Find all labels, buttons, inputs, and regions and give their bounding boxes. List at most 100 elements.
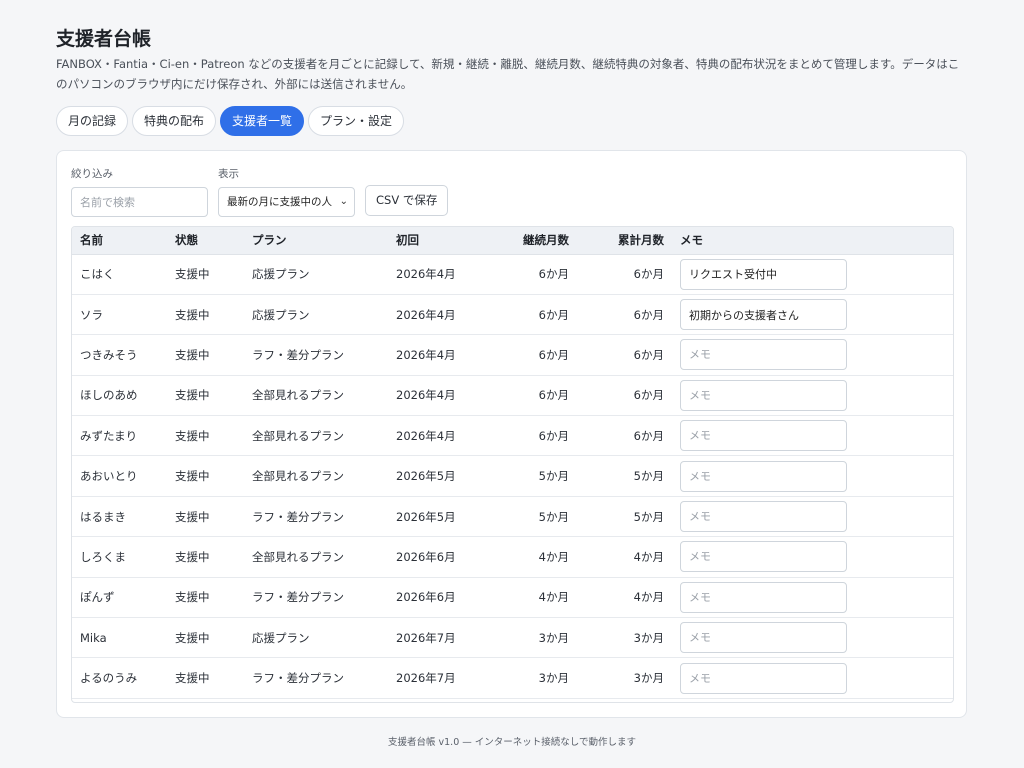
memo-input[interactable] (680, 299, 847, 331)
cell-plan: 全部見れるプラン (252, 549, 344, 564)
cell-status: 支援中 (175, 509, 210, 524)
cell-first-month: 2026年7月 (396, 671, 456, 686)
cell-total-months: 5か月 (633, 509, 664, 524)
cell-streak-months: 3か月 (538, 630, 569, 645)
cell-streak-months: 6か月 (538, 388, 569, 403)
cell-streak-months: 4か月 (538, 549, 569, 564)
table-row: ソラ 支援中 応援プラン 2026年4月 6か月 6か月 (72, 294, 953, 335)
table-row: よるのうみ 支援中 ラフ・差分プラン 2026年7月 3か月 3か月 (72, 658, 953, 699)
memo-input[interactable] (680, 581, 847, 613)
cell-streak-months: 5か月 (538, 469, 569, 484)
cell-plan: ラフ・差分プラン (252, 590, 344, 605)
cell-plan: 応援プラン (252, 267, 310, 282)
display-select-value: 最新の月に支援中の人 (227, 196, 332, 208)
table-row: はるまき 支援中 ラフ・差分プラン 2026年5月 5か月 5か月 (72, 496, 953, 537)
header-total[interactable]: 累計月数 (577, 227, 672, 255)
cell-memo (672, 658, 953, 698)
cell-memo (672, 294, 953, 334)
header-memo[interactable]: メモ (672, 227, 953, 255)
cell-total-months: 6か月 (633, 428, 664, 443)
cell-total-months: 4か月 (633, 590, 664, 605)
table-row: ほしのあめ 支援中 全部見れるプラン 2026年4月 6か月 6か月 (72, 375, 953, 416)
page-description: FANBOX・Fantia・Ci-en・Patreon などの支援者を月ごとに記… (56, 57, 960, 91)
tab-plan-settings[interactable]: プラン・設定 (308, 106, 405, 136)
table-row: Mika 支援中 応援プラン 2026年7月 3か月 3か月 (72, 618, 953, 658)
name-search-input[interactable] (71, 187, 208, 217)
cell-status: 支援中 (175, 428, 210, 443)
header-plan[interactable]: プラン (244, 227, 388, 255)
cell-total-months: 5か月 (633, 469, 664, 484)
header-name[interactable]: 名前 (72, 227, 167, 255)
cell-memo (672, 456, 953, 496)
cell-total-months: 3か月 (633, 671, 664, 686)
memo-input[interactable] (680, 258, 847, 290)
cell-first-month: 2026年4月 (396, 347, 456, 362)
cell-name: つきみそう (80, 347, 138, 362)
cell-plan: 全部見れるプラン (252, 428, 344, 443)
cell-plan: 応援プラン (252, 307, 310, 322)
cell-streak-months: 6か月 (538, 307, 569, 322)
cell-name: よるのうみ (80, 671, 138, 686)
cell-status: 支援中 (175, 630, 210, 645)
cell-first-month: 2026年7月 (396, 630, 456, 645)
cell-plan: ラフ・差分プラン (252, 509, 344, 524)
cell-name: しろくま (80, 549, 126, 564)
cell-plan: 全部見れるプラン (252, 388, 344, 403)
cell-status: 支援中 (175, 267, 210, 282)
cell-name: こはく (80, 267, 115, 282)
cell-first-month: 2026年4月 (396, 267, 456, 282)
table-header-row: 名前 状態 プラン 初回 継続月数 累計月数 メモ (72, 227, 953, 255)
memo-input[interactable] (680, 420, 847, 452)
cell-total-months: 6か月 (633, 267, 664, 282)
cell-first-month: 2026年4月 (396, 307, 456, 322)
cell-total-months: 6か月 (633, 347, 664, 362)
app-page: 支援者台帳 FANBOX・Fantia・Ci-en・Patreon などの支援者… (0, 0, 1024, 768)
tab-supporter-list[interactable]: 支援者一覧 (220, 106, 305, 136)
cell-total-months: 6か月 (633, 388, 664, 403)
memo-input[interactable] (680, 460, 847, 492)
cell-plan: ラフ・差分プラン (252, 347, 344, 362)
page-title: 支援者台帳 (56, 28, 152, 50)
cell-memo (672, 496, 953, 536)
table-row: ぽんず 支援中 ラフ・差分プラン 2026年6月 4か月 4か月 (72, 577, 953, 618)
cell-memo (672, 416, 953, 456)
cell-plan: 全部見れるプラン (252, 469, 344, 484)
cell-streak-months: 6か月 (538, 347, 569, 362)
memo-input[interactable] (680, 541, 847, 573)
cell-status: 支援中 (175, 307, 210, 322)
memo-input[interactable] (680, 662, 847, 694)
header-status[interactable]: 状態 (167, 227, 244, 255)
cell-name: Mika (80, 630, 107, 645)
header-first[interactable]: 初回 (388, 227, 490, 255)
tab-perk-distribution[interactable]: 特典の配布 (132, 106, 217, 136)
filter-label: 絞り込み (71, 168, 113, 180)
csv-save-button[interactable]: CSV で保存 (365, 185, 449, 216)
table-row: こはく 支援中 応援プラン 2026年4月 6か月 6か月 (72, 254, 953, 295)
memo-input[interactable] (680, 501, 847, 533)
cell-status: 支援中 (175, 347, 210, 362)
cell-streak-months: 4か月 (538, 590, 569, 605)
cell-streak-months: 5か月 (538, 509, 569, 524)
memo-input[interactable] (680, 379, 847, 411)
cell-name: ぽんず (80, 590, 115, 605)
table-row: つきみそう 支援中 ラフ・差分プラン 2026年4月 6か月 6か月 (72, 335, 953, 376)
memo-input[interactable] (680, 622, 847, 654)
cell-streak-months: 3か月 (538, 671, 569, 686)
header-streak[interactable]: 継続月数 (490, 227, 577, 255)
memo-input[interactable] (680, 339, 847, 371)
table-row: しろくま 支援中 全部見れるプラン 2026年6月 4か月 4か月 (72, 537, 953, 578)
cell-status: 支援中 (175, 549, 210, 564)
cell-status: 支援中 (175, 590, 210, 605)
supporter-list-card: 絞り込み 表示 最新の月に支援中の人 ⌄ CSV で保存 名前 状態 (56, 150, 967, 718)
tab-monthly-record[interactable]: 月の記録 (56, 106, 129, 136)
table-row: あおいとり 支援中 全部見れるプラン 2026年5月 5か月 5か月 (72, 456, 953, 497)
display-select[interactable]: 最新の月に支援中の人 ⌄ (218, 187, 355, 217)
cell-first-month: 2026年6月 (396, 549, 456, 564)
cell-memo (672, 618, 953, 658)
cell-name: ソラ (80, 307, 103, 322)
cell-status: 支援中 (175, 671, 210, 686)
cell-memo (672, 254, 953, 294)
cell-plan: ラフ・差分プラン (252, 671, 344, 686)
footer-text: 支援者台帳 v1.0 — インターネット接続なしで動作します (387, 737, 636, 748)
table-row: みずたまり 支援中 全部見れるプラン 2026年4月 6か月 6か月 (72, 416, 953, 456)
